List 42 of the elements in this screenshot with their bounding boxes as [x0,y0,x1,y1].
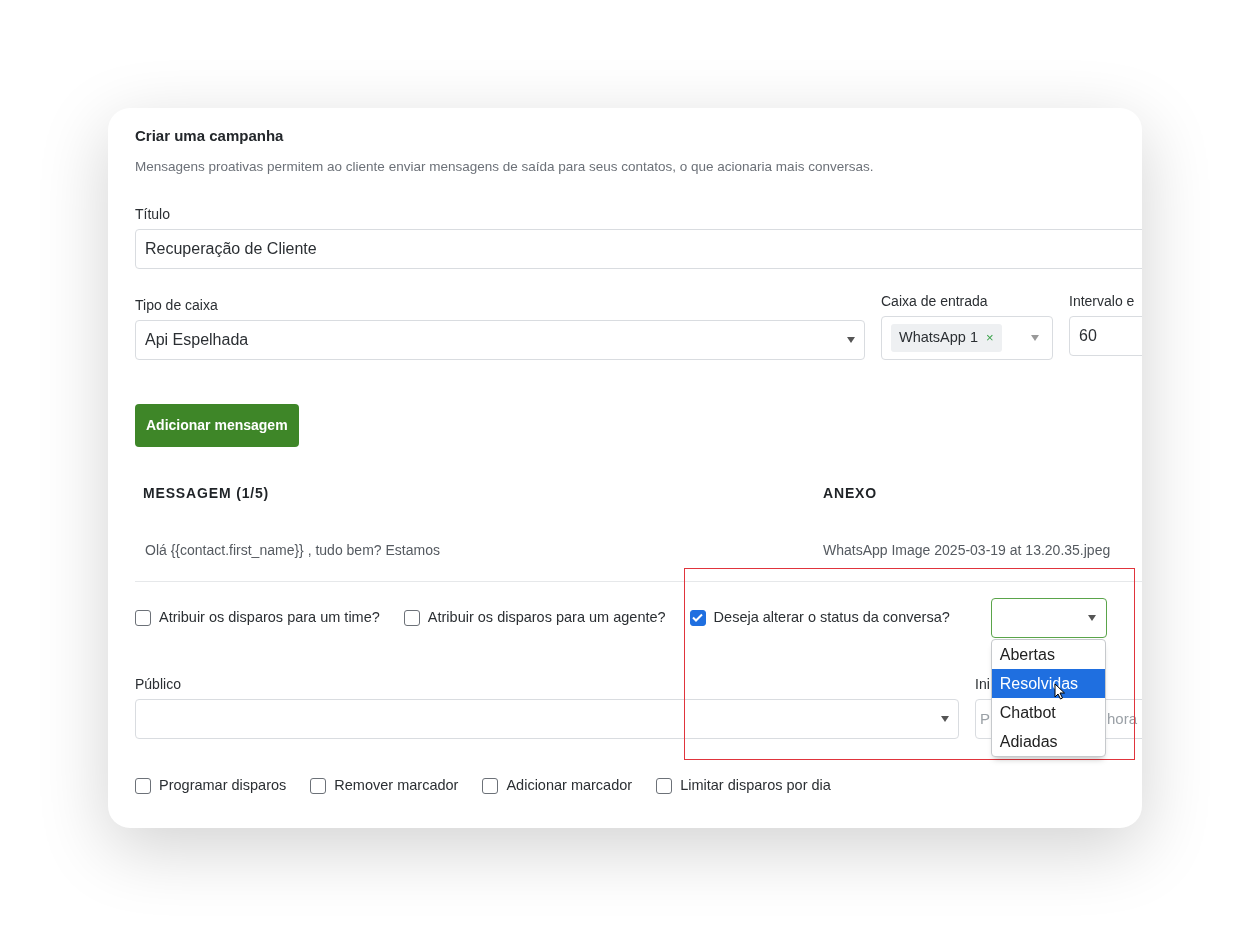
dropdown-option[interactable]: Adiadas [991,726,1105,756]
caret-icon [847,336,855,343]
column-header: ANEXO [823,483,877,503]
table-cell-text: Olá {{contact.first_name}} , tudo bem? Estamos [145,540,441,560]
field-label: Tipo de caixa [135,295,218,315]
field-label: Caixa de entrada [881,291,988,311]
checkbox[interactable] [656,777,673,794]
select-field[interactable]: Api Espelhada [135,319,865,360]
input-field[interactable]: Recuperação de Cliente [135,228,1142,269]
select-field[interactable]: WhatsApp 1 × [881,315,1053,360]
tag-label: WhatsApp 1 [899,327,978,347]
checkbox-label: Limitar disparos por dia [680,775,831,795]
dropdown-option[interactable]: Chatbot [991,697,1105,727]
checkbox-label: Atribuir os disparos para um time? [159,607,380,627]
field-label: Público [135,674,181,694]
table-cell-text: WhatsApp Image 2025-03-19 at 13.20.35.jpeg [823,540,1111,560]
dropdown-option[interactable]: Abertas [991,639,1105,669]
checkbox-label: Deseja alterar o status da conversa? [713,607,950,627]
field-label: Ini [975,674,990,694]
field-label: Título [135,204,170,224]
checkbox-label: Programar disparos [159,775,287,795]
checkbox-label: Atribuir os disparos para um agente? [427,607,666,627]
status-select[interactable] [990,597,1107,638]
form-title: Criar uma campanha [135,126,285,146]
input-field[interactable]: 60 [1069,315,1142,356]
checkbox-label: Remover marcador [334,775,459,795]
checkbox[interactable] [135,609,151,626]
checkbox[interactable] [689,609,706,626]
caret-icon [941,715,949,722]
checkbox[interactable] [310,777,327,794]
column-header: MESSAGEM (1/5) [143,483,271,503]
add-message-button[interactable]: Adicionar mensagem [135,403,299,447]
caret-icon [1087,614,1096,621]
select-field[interactable] [135,698,959,739]
field-label: Intervalo e [1069,291,1135,311]
form-description: Mensagens proativas permitem ao cliente enviar mensagens de saída para seus contatos, o que acionaria mais conversas. [135,157,875,176]
checkbox-label: Adicionar marcador [506,775,633,795]
dropdown-option[interactable]: Resolvidas [991,668,1105,698]
checkbox[interactable] [482,777,499,794]
checkbox[interactable] [403,609,420,626]
caret-icon [1031,334,1039,341]
checkbox[interactable] [135,777,151,794]
